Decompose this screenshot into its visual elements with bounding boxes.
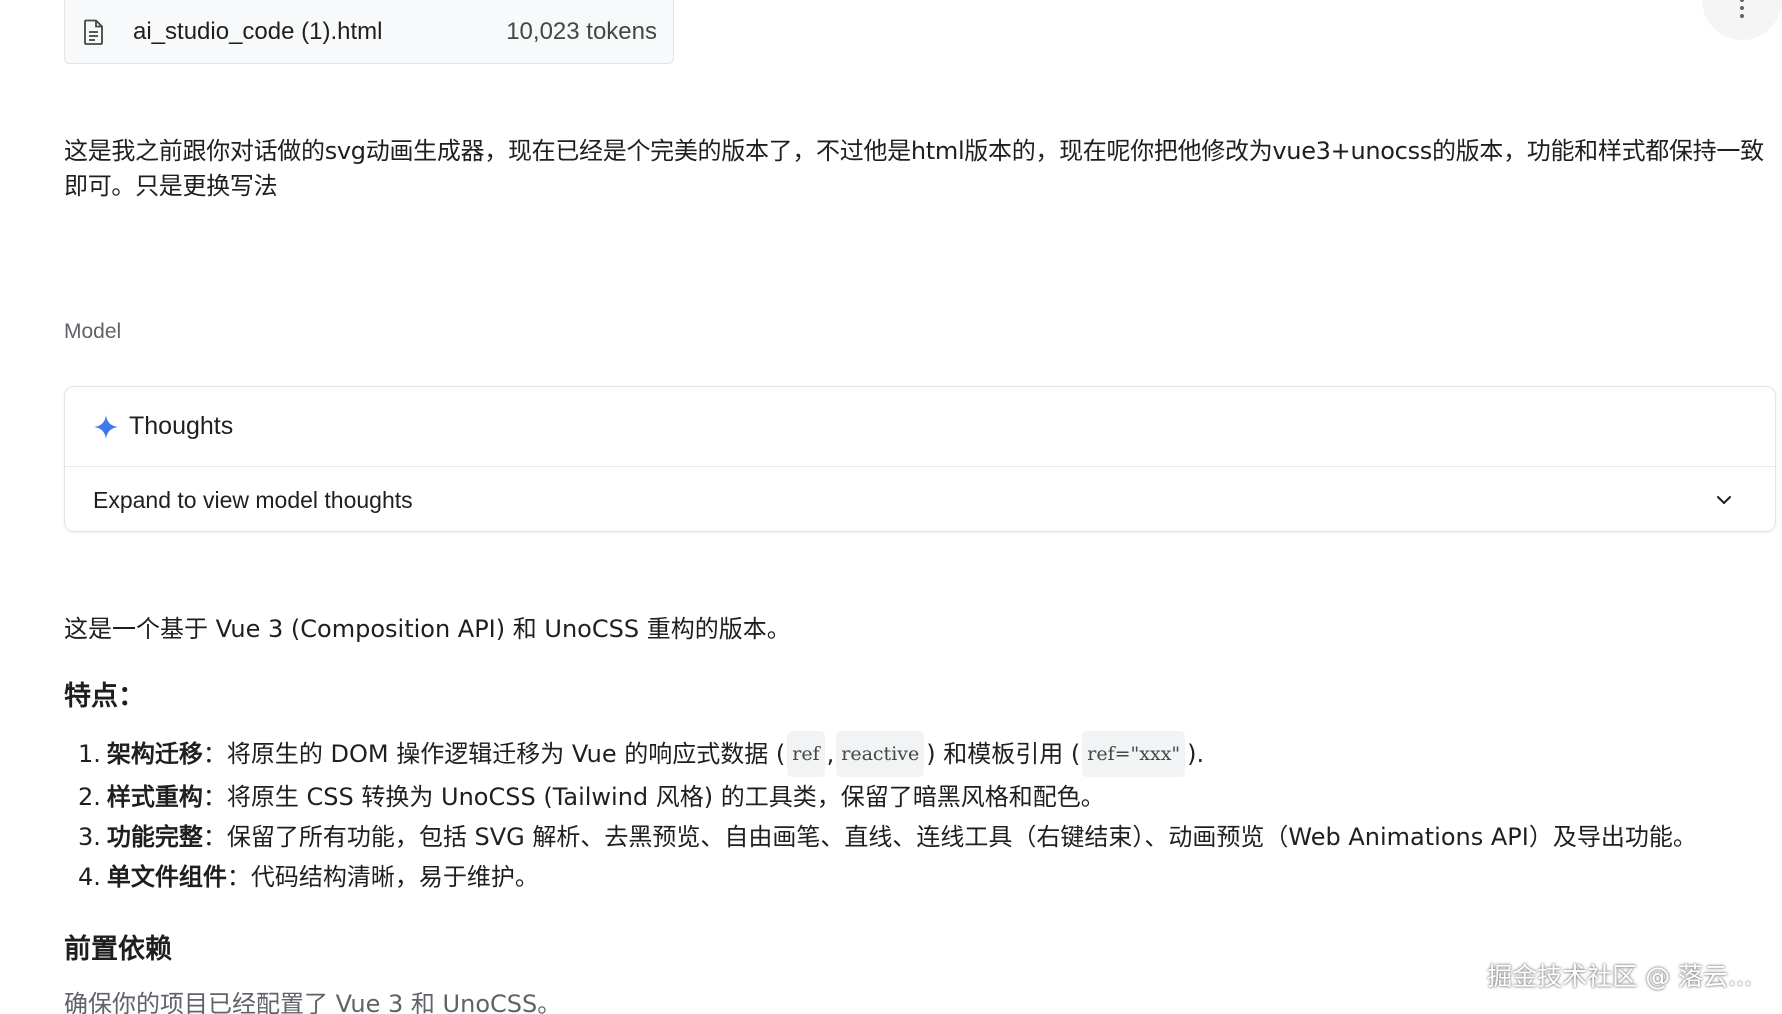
list-number: 4. bbox=[78, 863, 101, 891]
expand-thoughts-label: Expand to view model thoughts bbox=[93, 486, 413, 513]
file-name: ai_studio_code (1).html bbox=[133, 17, 383, 45]
list-number: 1. bbox=[78, 740, 101, 768]
more-vert-icon bbox=[1740, 0, 1744, 18]
file-attachment-chip[interactable]: ai_studio_code (1).html 10,023 tokens bbox=[64, 0, 674, 64]
feature-text: ：将原生的 DOM 操作逻辑迁移为 Vue 的响应式数据 ( bbox=[202, 740, 786, 768]
site-watermark: 掘金技术社区 @ 落云... bbox=[1487, 962, 1752, 991]
model-answer: 这是一个基于 Vue 3 (Composition API) 和 UnoCSS … bbox=[64, 612, 1764, 1014]
thoughts-title: Thoughts bbox=[129, 412, 234, 440]
model-role-label: Model bbox=[64, 320, 122, 343]
list-number: 3. bbox=[78, 823, 101, 851]
feature-text: ) 和模板引用 ( bbox=[926, 740, 1081, 768]
feature-title: 功能完整 bbox=[106, 823, 203, 851]
feature-title: 样式重构 bbox=[106, 783, 203, 811]
thoughts-header: Thoughts bbox=[65, 387, 1775, 467]
sparkle-icon bbox=[93, 414, 119, 440]
file-token-count: 10,023 tokens bbox=[506, 17, 657, 45]
inline-code: reactive bbox=[836, 731, 925, 777]
list-item: 3. 功能完整 ：保留了所有功能，包括 SVG 解析、去黑预览、自由画笔、直线、… bbox=[78, 817, 1764, 857]
feature-text: ：将原生 CSS 转换为 UnoCSS (Tailwind 风格) 的工具类，保… bbox=[202, 783, 1105, 811]
answer-intro: 这是一个基于 Vue 3 (Composition API) 和 UnoCSS … bbox=[64, 615, 791, 643]
chat-page: ai_studio_code (1).html 10,023 tokens 这是… bbox=[0, 0, 1782, 1014]
user-message: 这是我之前跟你对话做的svg动画生成器，现在已经是个完美的版本了，不过他是htm… bbox=[64, 137, 1764, 200]
feature-title: 架构迁移 bbox=[106, 740, 203, 768]
features-list: 1. 架构迁移 ：将原生的 DOM 操作逻辑迁移为 Vue 的响应式数据 ( r… bbox=[64, 731, 1764, 897]
inline-code: ref="xxx" bbox=[1082, 731, 1186, 777]
thoughts-panel: Thoughts Expand to view model thoughts bbox=[64, 386, 1776, 532]
list-item: 2. 样式重构 ：将原生 CSS 转换为 UnoCSS (Tailwind 风格… bbox=[78, 777, 1764, 817]
list-number: 2. bbox=[78, 783, 101, 811]
feature-text: ：代码结构清晰，易于维护。 bbox=[226, 863, 539, 891]
features-heading: 特点： bbox=[64, 681, 145, 712]
expand-thoughts-toggle[interactable]: Expand to view model thoughts bbox=[65, 467, 1775, 533]
list-item: 4. 单文件组件 ：代码结构清晰，易于维护。 bbox=[78, 857, 1764, 897]
chevron-down-icon bbox=[1713, 489, 1735, 511]
feature-text: , bbox=[826, 740, 835, 768]
inline-code: ref bbox=[787, 731, 825, 777]
feature-text: ). bbox=[1187, 740, 1205, 768]
feature-title: 单文件组件 bbox=[106, 863, 227, 891]
document-icon bbox=[83, 19, 105, 45]
list-item: 1. 架构迁移 ：将原生的 DOM 操作逻辑迁移为 Vue 的响应式数据 ( r… bbox=[78, 731, 1764, 777]
more-options-button[interactable] bbox=[1702, 0, 1782, 40]
feature-text: ：保留了所有功能，包括 SVG 解析、去黑预览、自由画笔、直线、连线工具（右键结… bbox=[202, 823, 1697, 851]
